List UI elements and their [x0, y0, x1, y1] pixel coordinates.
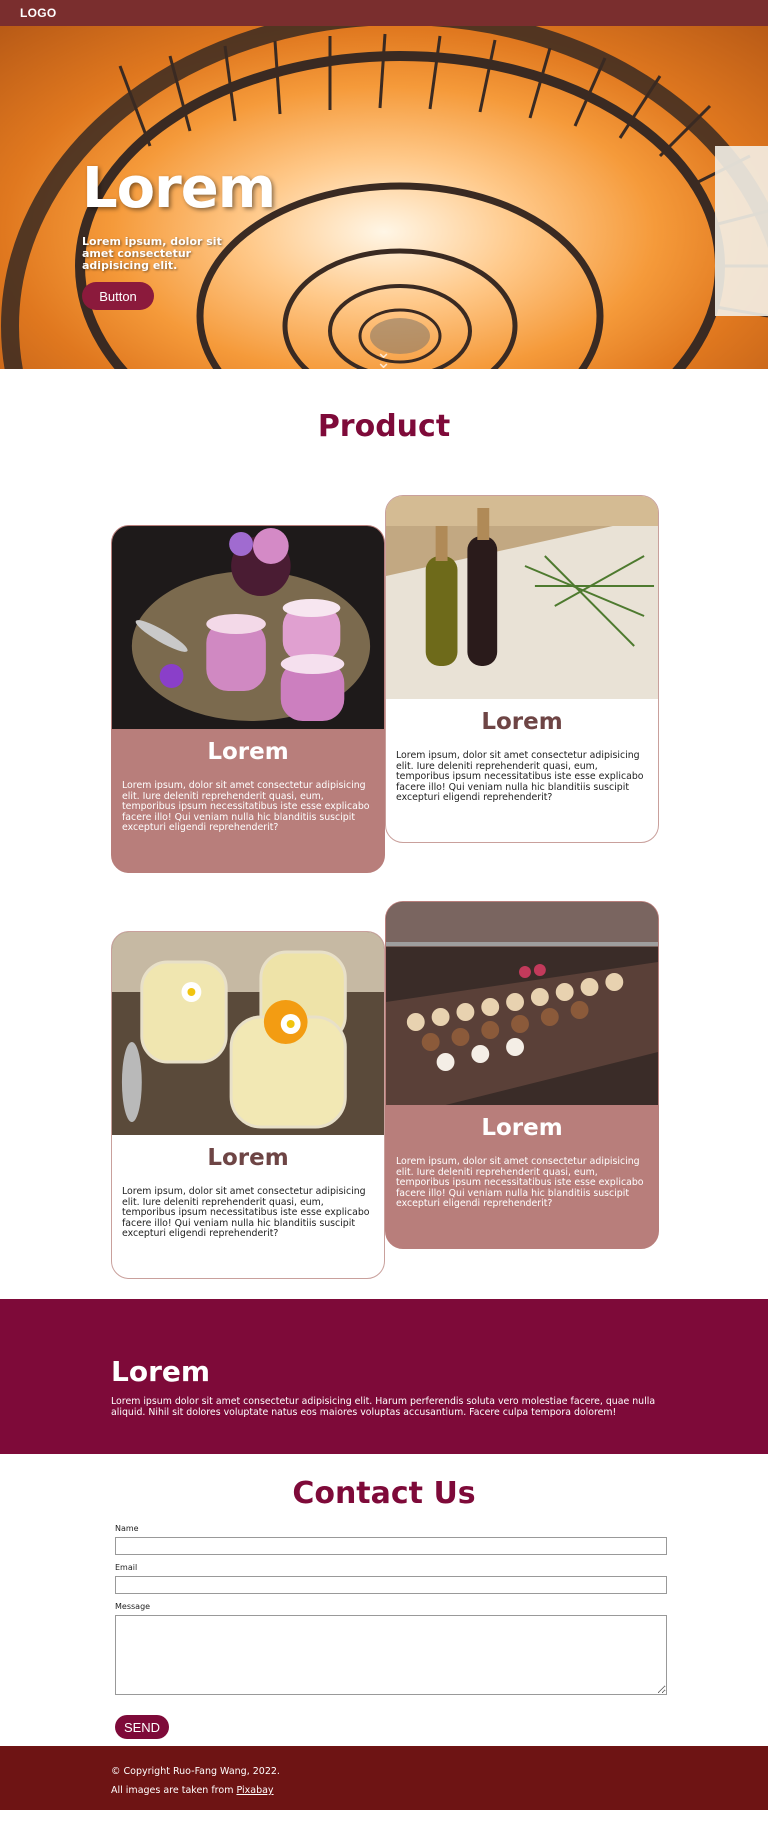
dessert-image	[112, 526, 384, 729]
product-card[interactable]: Lorem Lorem ipsum, dolor sit amet consec…	[385, 495, 659, 843]
copyright-text: © Copyright Ruo-Fang Wang, 2022.	[111, 1766, 280, 1777]
banner-text: Lorem ipsum dolor sit amet consectetur a…	[111, 1396, 656, 1418]
send-button[interactable]: SEND	[115, 1715, 169, 1739]
card-text: Lorem ipsum, dolor sit amet consectetur …	[122, 780, 370, 833]
card-title: Lorem	[207, 739, 289, 765]
product-card[interactable]: Lorem Lorem ipsum, dolor sit amet consec…	[111, 525, 385, 873]
message-label: Message	[115, 1602, 151, 1611]
pixabay-link[interactable]: Pixabay	[236, 1785, 273, 1796]
hero-section: Lorem Lorem ipsum, dolor sit amet consec…	[0, 26, 768, 369]
card-text: Lorem ipsum, dolor sit amet consectetur …	[122, 1186, 370, 1239]
email-label: Email	[115, 1563, 138, 1572]
message-field[interactable]	[115, 1615, 667, 1695]
lemon-dessert-image	[112, 932, 384, 1135]
card-title: Lorem	[207, 1145, 289, 1171]
contact-title: Contact Us	[292, 1476, 476, 1511]
contact-section: Contact Us Name Email Message SEND	[0, 1454, 768, 1746]
double-chevron-down-icon[interactable]: ⌄ ⌄	[376, 344, 391, 370]
card-text: Lorem ipsum, dolor sit amet consectetur …	[396, 1156, 644, 1209]
oil-bottles-image	[386, 496, 658, 699]
image-credit: All images are taken from Pixabay	[111, 1781, 768, 1800]
card-title: Lorem	[481, 709, 563, 735]
pastry-display-image	[386, 902, 658, 1105]
product-grid: Lorem Lorem ipsum, dolor sit amet consec…	[0, 449, 768, 1299]
contact-form: Name Email Message SEND	[115, 1524, 667, 1739]
banner-section: Lorem Lorem ipsum dolor sit amet consect…	[0, 1299, 768, 1454]
name-field[interactable]	[115, 1537, 667, 1555]
product-card[interactable]: Lorem Lorem ipsum, dolor sit amet consec…	[385, 901, 659, 1249]
logo[interactable]: LOGO	[20, 6, 57, 20]
footer: © Copyright Ruo-Fang Wang, 2022. All ima…	[0, 1746, 768, 1810]
product-card[interactable]: Lorem Lorem ipsum, dolor sit amet consec…	[111, 931, 385, 1279]
image-credit-prefix: All images are taken from	[111, 1785, 237, 1796]
hero-title: Lorem	[82, 156, 276, 221]
name-label: Name	[115, 1524, 139, 1533]
banner-title: Lorem	[111, 1355, 211, 1388]
card-title: Lorem	[481, 1115, 563, 1141]
card-text: Lorem ipsum, dolor sit amet consectetur …	[396, 750, 644, 803]
navbar: LOGO	[0, 0, 768, 26]
hero-button[interactable]: Button	[82, 282, 154, 310]
hero-subtitle: Lorem ipsum, dolor sit amet consectetur …	[82, 235, 222, 272]
product-title: Product	[317, 409, 451, 444]
email-field[interactable]	[115, 1576, 667, 1594]
